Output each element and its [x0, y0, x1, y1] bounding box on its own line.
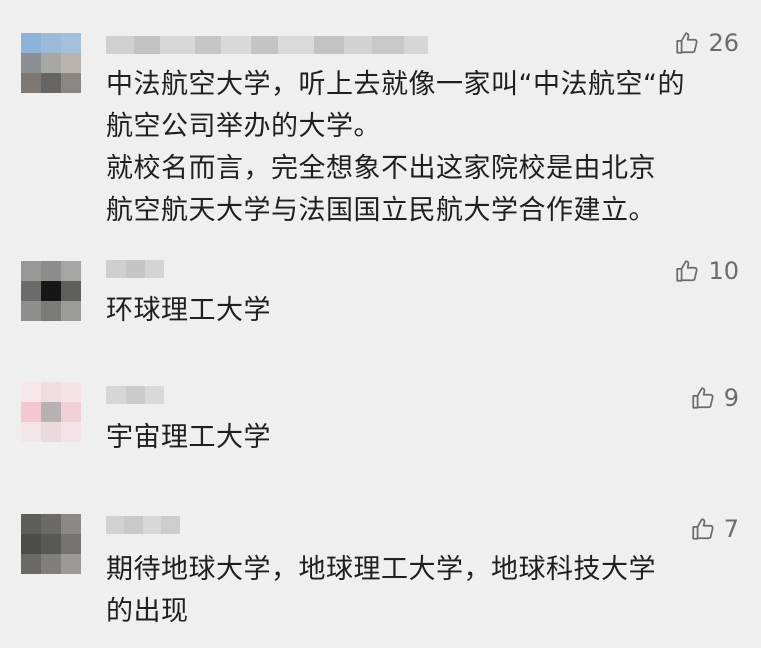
- thumbs-up-icon: [690, 385, 716, 411]
- username-pixel: [195, 36, 221, 54]
- username-pixel: [124, 516, 143, 534]
- like-button[interactable]: 26: [674, 27, 739, 59]
- username-pixel: [278, 36, 314, 54]
- avatar-pixel: [41, 554, 61, 574]
- avatar-pixel: [61, 301, 81, 321]
- avatar-pixel: [41, 33, 61, 53]
- like-button[interactable]: 10: [674, 255, 739, 287]
- comment-text: 宇宙理工大学: [106, 422, 271, 453]
- avatar-pixel: [41, 281, 61, 301]
- username-pixel: [134, 36, 160, 54]
- comment-text: 中法航空大学，听上去就像一家叫“中法航空“的 航空公司举办的大学。 就校名而言，…: [106, 69, 685, 226]
- username-pixel: [221, 36, 251, 54]
- comment-item: 26 中法航空大学，听上去就像一家叫“中法航空“的 航空公司举办的大学。 就校名…: [0, 0, 761, 240]
- avatar-pixel: [61, 53, 81, 73]
- avatar-pixel: [41, 382, 61, 402]
- avatar-pixel: [41, 422, 61, 442]
- like-button[interactable]: 7: [690, 513, 739, 545]
- comment-text: 期待地球大学，地球理工大学，地球科技大学 的出现: [106, 554, 656, 627]
- username-pixel: [126, 386, 145, 404]
- thumbs-up-icon: [690, 516, 716, 542]
- avatar-pixel: [41, 261, 61, 281]
- avatar-pixel: [61, 554, 81, 574]
- username-pixel: [404, 36, 428, 54]
- avatar-pixel: [21, 382, 41, 402]
- avatar-pixel: [21, 554, 41, 574]
- username-pixel: [344, 36, 372, 54]
- avatar-pixel: [61, 402, 81, 422]
- username-pixel: [372, 36, 404, 54]
- avatar-pixel: [41, 534, 61, 554]
- username-pixel: [106, 386, 126, 404]
- avatar-pixel: [21, 53, 41, 73]
- username-redacted[interactable]: [106, 386, 164, 404]
- avatar-pixel: [41, 402, 61, 422]
- avatar-pixel: [61, 422, 81, 442]
- avatar[interactable]: [21, 382, 81, 442]
- username-pixel: [143, 516, 161, 534]
- like-count: 26: [708, 29, 739, 57]
- username-pixel: [160, 36, 195, 54]
- thumbs-up-icon: [674, 258, 700, 284]
- avatar-pixel: [21, 534, 41, 554]
- avatar-pixel: [21, 261, 41, 281]
- avatar-pixel: [61, 382, 81, 402]
- comment-text: 环球理工大学: [106, 295, 271, 326]
- username-pixel: [106, 516, 124, 534]
- avatar-pixel: [61, 514, 81, 534]
- avatar-pixel: [21, 73, 41, 93]
- username-pixel: [161, 516, 180, 534]
- username-redacted[interactable]: [106, 36, 428, 54]
- avatar-pixel: [61, 261, 81, 281]
- avatar-pixel: [41, 301, 61, 321]
- like-count: 10: [708, 257, 739, 285]
- avatar-pixel: [21, 301, 41, 321]
- username-pixel: [145, 386, 164, 404]
- avatar[interactable]: [21, 514, 81, 574]
- username-pixel: [314, 36, 344, 54]
- username-pixel: [106, 36, 134, 54]
- username-redacted[interactable]: [106, 260, 164, 278]
- avatar-pixel: [21, 33, 41, 53]
- comment-item: 7 期待地球大学，地球理工大学，地球科技大学 的出现: [0, 500, 761, 648]
- like-count: 7: [723, 515, 739, 543]
- avatar-pixel: [61, 281, 81, 301]
- username-redacted[interactable]: [106, 516, 180, 534]
- username-pixel: [145, 260, 164, 278]
- avatar[interactable]: [21, 261, 81, 321]
- avatar-pixel: [21, 422, 41, 442]
- username-pixel: [251, 36, 278, 54]
- avatar-pixel: [61, 33, 81, 53]
- username-pixel: [106, 260, 126, 278]
- thumbs-up-icon: [674, 30, 700, 56]
- username-pixel: [126, 260, 145, 278]
- comment-item: 9 宇宙理工大学: [0, 370, 761, 500]
- avatar-pixel: [41, 53, 61, 73]
- avatar-pixel: [21, 402, 41, 422]
- like-count: 9: [723, 384, 739, 412]
- avatar-pixel: [61, 534, 81, 554]
- avatar[interactable]: [21, 33, 81, 93]
- avatar-pixel: [41, 73, 61, 93]
- avatar-pixel: [21, 281, 41, 301]
- avatar-pixel: [41, 514, 61, 534]
- avatar-pixel: [21, 514, 41, 534]
- comment-item: 10 环球理工大学: [0, 240, 761, 370]
- avatar-pixel: [61, 73, 81, 93]
- like-button[interactable]: 9: [690, 382, 739, 414]
